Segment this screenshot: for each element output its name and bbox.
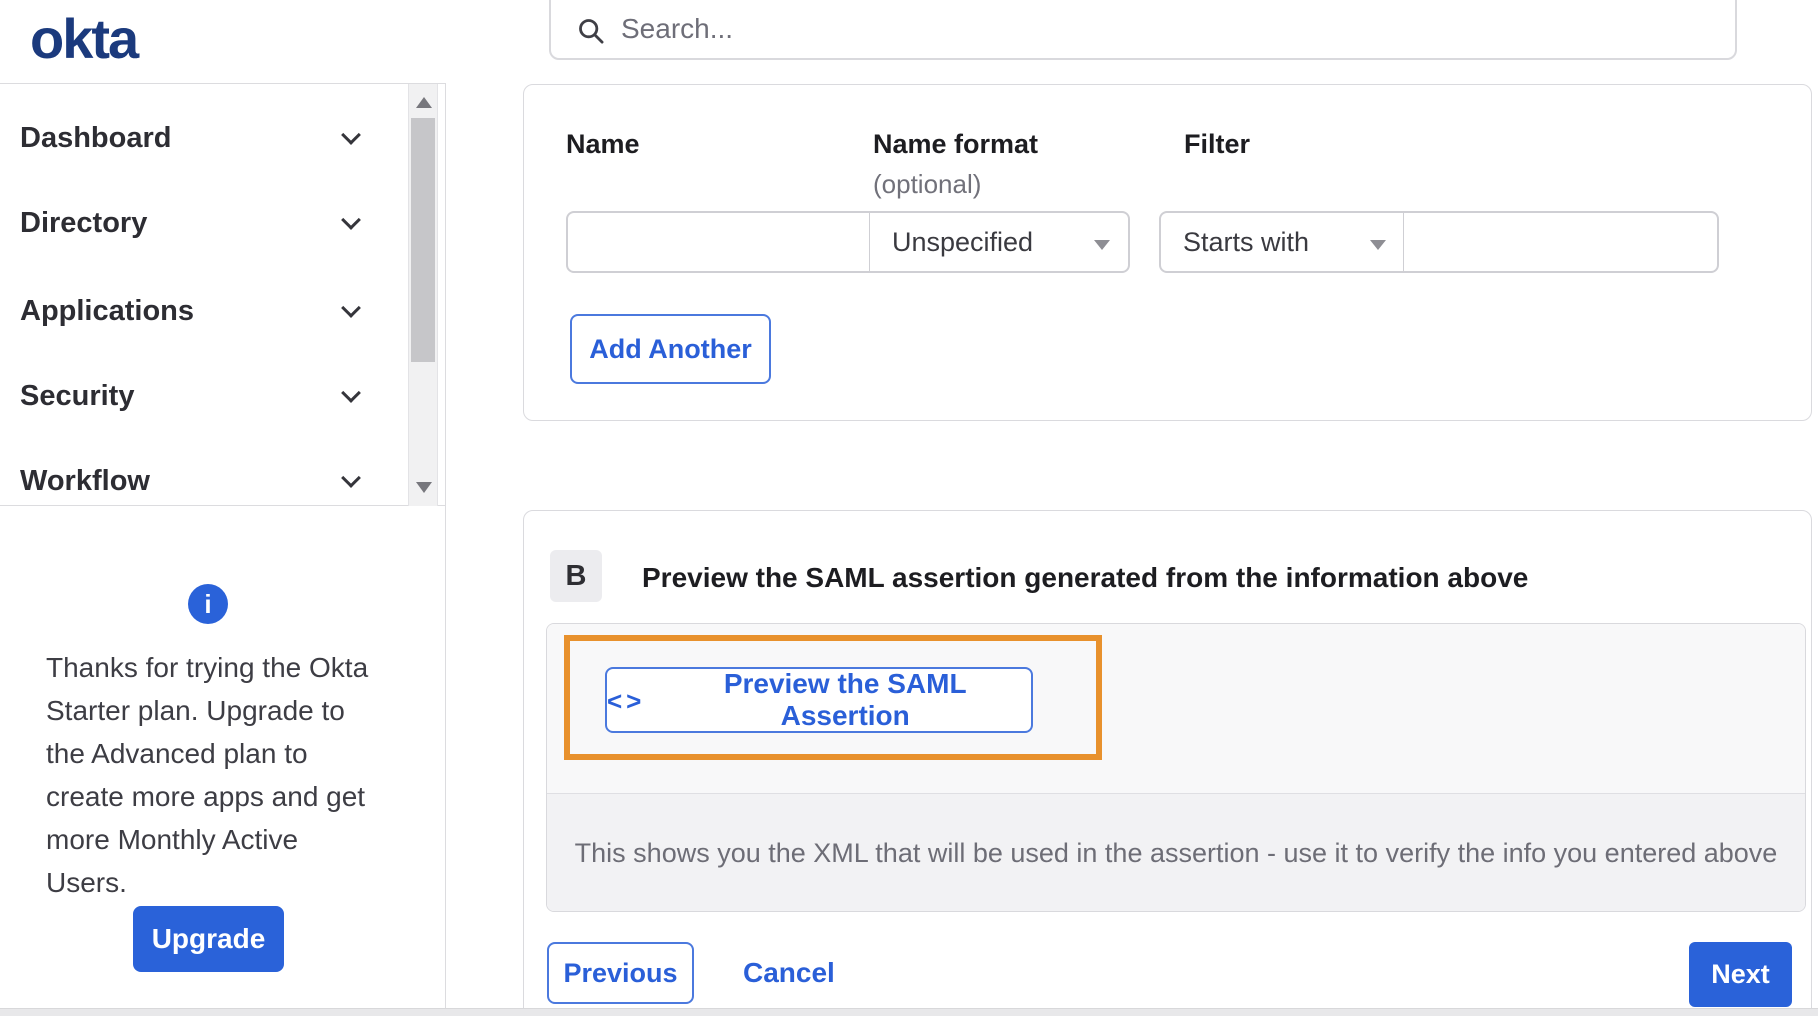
cancel-button[interactable]: Cancel (743, 942, 835, 1004)
okta-logo[interactable]: okta (30, 6, 139, 71)
previous-button[interactable]: Previous (547, 942, 694, 1004)
search-input[interactable] (621, 13, 1521, 45)
sidebar-item-applications[interactable]: Applications (0, 287, 380, 335)
preview-saml-assertion-button[interactable]: <> Preview the SAML Assertion (605, 667, 1033, 733)
upsell-text: Thanks for trying the Okta Starter plan.… (46, 646, 386, 904)
preview-panel-top: <> Preview the SAML Assertion (547, 624, 1805, 794)
next-button[interactable]: Next (1689, 942, 1792, 1007)
preview-saml-card: B Preview the SAML assertion generated f… (523, 510, 1812, 1016)
name-format-column-label: Name format (873, 129, 1039, 159)
sidebar-item-label: Security (20, 379, 135, 412)
info-icon: i (188, 584, 228, 624)
upsell-line: more Monthly Active Users. (46, 824, 299, 898)
sidebar-item-label: Directory (20, 206, 148, 239)
step-b-badge: B (550, 550, 602, 602)
sidebar-item-directory[interactable]: Directory (0, 199, 380, 247)
scroll-up-icon[interactable] (416, 97, 432, 108)
filter-operator-selected-value: Starts with (1183, 226, 1310, 257)
sidebar-item-dashboard[interactable]: Dashboard (0, 114, 380, 162)
search-box (549, 0, 1737, 60)
upsell-line: the Advanced plan to (46, 738, 308, 769)
bottom-edge-strip (0, 1008, 1818, 1016)
filter-operator-select[interactable]: Starts with (1159, 211, 1405, 273)
upsell-line: create more apps and get (46, 781, 366, 812)
filter-column-label: Filter (1184, 129, 1251, 159)
name-column-label: Name (566, 129, 640, 159)
name-format-optional-hint: (optional) (873, 169, 982, 199)
okta-admin-page: okta Dashboard Directory Applications Se… (0, 0, 1818, 1016)
sidebar: Dashboard Directory Applications Securit… (0, 83, 446, 1016)
chevron-down-icon (341, 125, 361, 145)
preview-panel-description-area: This shows you the XML that will be used… (547, 794, 1805, 911)
attribute-statements-card: Name Name format (optional) Filter Unspe… (523, 84, 1812, 421)
caret-down-icon (1370, 240, 1386, 250)
upgrade-button[interactable]: Upgrade (133, 906, 284, 972)
sidebar-item-label: Applications (20, 294, 195, 327)
upsell-line: Starter plan. Upgrade to (46, 695, 345, 726)
sidebar-item-workflow[interactable]: Workflow (0, 457, 380, 505)
add-another-button[interactable]: Add Another (570, 314, 771, 384)
chevron-down-icon (341, 468, 361, 488)
preview-description: This shows you the XML that will be used… (574, 837, 1778, 868)
caret-down-icon (1094, 240, 1110, 250)
code-icon: <> (607, 685, 646, 716)
name-format-select[interactable]: Unspecified (869, 211, 1130, 273)
chevron-down-icon (341, 383, 361, 403)
sidebar-scrollbar[interactable] (408, 84, 438, 506)
sidebar-nav: Dashboard Directory Applications Securit… (0, 84, 445, 506)
preview-section-title: Preview the SAML assertion generated fro… (642, 562, 1529, 593)
preview-panel: <> Preview the SAML Assertion This shows… (546, 623, 1806, 912)
sidebar-item-security[interactable]: Security (0, 372, 380, 420)
sidebar-item-label: Dashboard (20, 121, 172, 154)
name-input[interactable] (566, 211, 870, 273)
name-format-selected-value: Unspecified (892, 226, 1034, 257)
sidebar-item-label: Workflow (20, 464, 150, 497)
scroll-down-icon[interactable] (416, 482, 432, 493)
chevron-down-icon (341, 298, 361, 318)
search-icon (579, 19, 604, 44)
preview-button-label: Preview the SAML Assertion (723, 668, 967, 731)
scrollbar-thumb[interactable] (411, 118, 435, 362)
chevron-down-icon (341, 210, 361, 230)
filter-value-input[interactable] (1403, 211, 1719, 273)
upsell-line: Thanks for trying the Okta (46, 652, 369, 683)
